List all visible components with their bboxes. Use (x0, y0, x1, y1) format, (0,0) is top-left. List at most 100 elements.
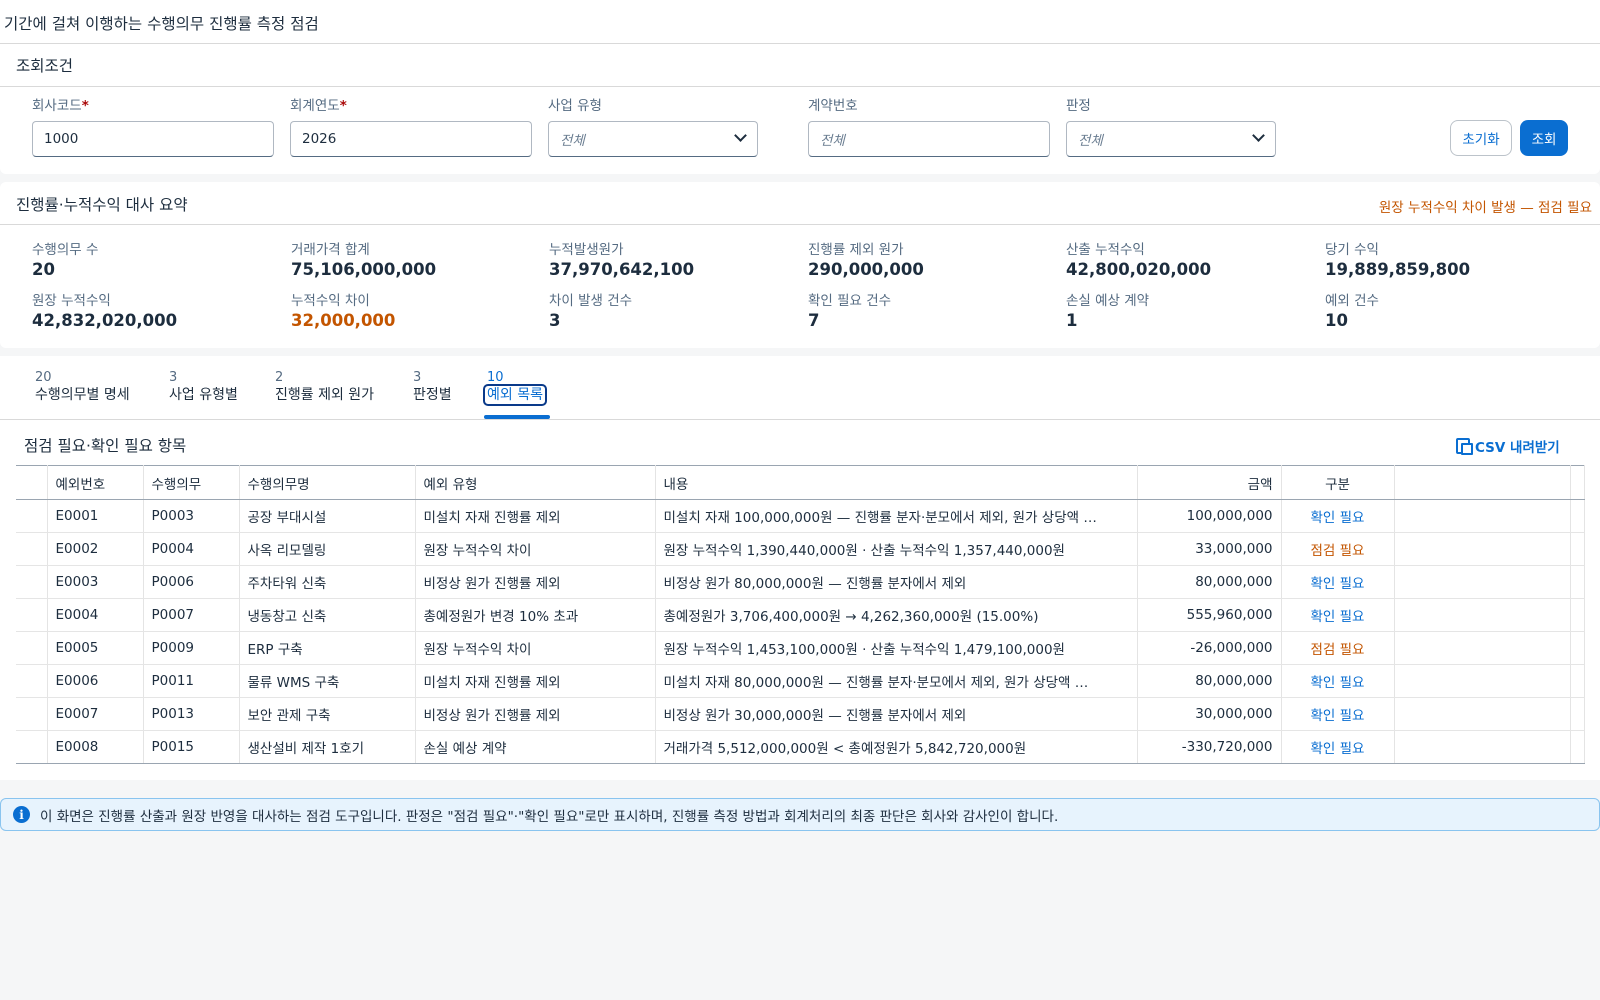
kpi-value: 42,800,020,000 (1066, 260, 1212, 279)
kpi-value: 20 (32, 260, 55, 279)
cell-po: P0009 (143, 631, 240, 665)
column-header[interactable]: 내용 (655, 465, 1138, 500)
company-code-label: 회사코드* (32, 98, 89, 114)
empty-cell (1394, 631, 1571, 665)
cell-po: P0013 (143, 697, 240, 731)
kpi-value: 10 (1325, 311, 1348, 330)
column-header[interactable]: 구분 (1281, 465, 1395, 500)
column-header[interactable]: 예외 유형 (415, 465, 656, 500)
cell-name: 사옥 리모델링 (239, 532, 416, 566)
empty-cell (1394, 565, 1571, 599)
tab-po-detail[interactable]: 20 수행의무별 명세 (35, 370, 130, 404)
company-code-input[interactable]: 1000 (32, 121, 274, 157)
tab-label: 판정별 (413, 387, 452, 403)
column-header[interactable]: 수행의무 (143, 465, 240, 500)
conditions-title: 조회조건 (16, 57, 74, 75)
cell-desc: 비정상 원가 30,000,000원 — 진행률 분자에서 제외 (655, 697, 1138, 731)
empty-cell (1570, 499, 1585, 533)
row-selector[interactable] (16, 532, 48, 566)
search-button[interactable]: 조회 (1520, 120, 1568, 156)
empty-cell (1570, 532, 1585, 566)
cell-desc: 비정상 원가 80,000,000원 — 진행률 분자에서 제외 (655, 565, 1138, 599)
row-selector[interactable] (16, 631, 48, 665)
table-row[interactable]: E0004 P0007 냉동창고 신축 총예정원가 변경 10% 초과 총예정원가 3,… (16, 598, 1585, 632)
csv-download-button[interactable]: CSV 내려받기 (1456, 436, 1560, 456)
judgment-select[interactable]: 전체 (1066, 121, 1276, 157)
cell-type: 손실 예상 계약 (415, 730, 656, 764)
row-selector[interactable] (16, 499, 48, 533)
cell-name: 물류 WMS 구축 (239, 664, 416, 698)
kpi-label: 거래가격 합계 (291, 242, 370, 258)
row-selector[interactable] (16, 598, 48, 632)
cell-amount: 555,960,000 (1137, 598, 1282, 632)
cell-name: 생산설비 제작 1호기 (239, 730, 416, 764)
cell-po: P0006 (143, 565, 240, 599)
table-header-row: 예외번호 수행의무 수행의무명 예외 유형 내용 금액 구분 (16, 465, 1585, 500)
contract-number-input[interactable]: 전체 (808, 121, 1050, 157)
tab-count: 20 (35, 370, 52, 385)
chevron-down-icon (1252, 129, 1265, 142)
info-icon: i (13, 806, 30, 823)
empty-cell (1394, 532, 1571, 566)
table-row[interactable]: E0003 P0006 주차타워 신축 비정상 원가 진행률 제외 비정상 원가 80,… (16, 565, 1585, 599)
exceptions-table: 예외번호 수행의무 수행의무명 예외 유형 내용 금액 구분 E0001 P000… (16, 465, 1585, 764)
kpi-label: 당기 수익 (1325, 242, 1379, 258)
kpi-label: 산출 누적수익 (1066, 242, 1145, 258)
cell-id: E0002 (47, 532, 144, 566)
cell-type: 원장 누적수익 차이 (415, 532, 656, 566)
info-text: 이 화면은 진행률 산출과 원장 반영을 대사하는 점검 도구입니다. 판정은 … (40, 808, 1059, 825)
empty-cell (1394, 598, 1571, 632)
row-selector[interactable] (16, 697, 48, 731)
kpi-value: 3 (549, 311, 561, 330)
contract-number-label: 계약번호 (808, 98, 858, 114)
kpi-label: 수행의무 수 (32, 242, 99, 258)
tab-business-type[interactable]: 3 사업 유형별 (169, 370, 238, 404)
cell-amount: 80,000,000 (1137, 664, 1282, 698)
reset-button[interactable]: 초기화 (1450, 120, 1512, 156)
divider (0, 86, 1600, 87)
tab-label: 수행의무별 명세 (35, 387, 130, 403)
table-row[interactable]: E0002 P0004 사옥 리모델링 원장 누적수익 차이 원장 누적수익 1,390… (16, 532, 1585, 566)
cell-id: E0003 (47, 565, 144, 599)
kpi-value: 1 (1066, 311, 1078, 330)
status-badge: 확인 필요 (1281, 730, 1395, 764)
cell-name: 보안 관제 구축 (239, 697, 416, 731)
tab-exceptions[interactable]: 10 예외 목록 (483, 370, 547, 406)
page-header: 기간에 걸쳐 이행하는 수행의무 진행률 측정 점검 (0, 0, 1600, 44)
kpi-label: 손실 예상 계약 (1066, 293, 1150, 309)
cell-desc: 거래가격 5,512,000,000원 < 총예정원가 5,842,720,00… (655, 730, 1138, 764)
tab-excluded-cost[interactable]: 2 진행률 제외 원가 (275, 370, 374, 404)
cell-id: E0007 (47, 697, 144, 731)
cell-desc: 총예정원가 3,706,400,000원 → 4,262,360,000원 (1… (655, 598, 1138, 632)
table-row[interactable]: E0006 P0011 물류 WMS 구축 미설치 자재 진행률 제외 미설치 자재 8… (16, 664, 1585, 698)
column-header[interactable]: 금액 (1137, 465, 1282, 500)
row-selector[interactable] (16, 730, 48, 764)
table-row[interactable]: E0001 P0003 공장 부대시설 미설치 자재 진행률 제외 미설치 자재 100… (16, 499, 1585, 533)
table-row[interactable]: E0005 P0009 ERP 구축 원장 누적수익 차이 원장 누적수익 1,453,… (16, 631, 1585, 665)
table-row[interactable]: E0008 P0015 생산설비 제작 1호기 손실 예상 계약 거래가격 5,512,… (16, 730, 1585, 764)
column-header[interactable]: 수행의무명 (239, 465, 416, 500)
tab-judgment[interactable]: 3 판정별 (413, 370, 452, 404)
business-type-value: 전체 (560, 133, 585, 149)
csv-download-label: CSV 내려받기 (1475, 440, 1560, 456)
cell-type: 미설치 자재 진행률 제외 (415, 499, 656, 533)
kpi-label: 예외 건수 (1325, 293, 1379, 309)
tab-count: 10 (487, 370, 504, 385)
cell-amount: 100,000,000 (1137, 499, 1282, 533)
table-row[interactable]: E0007 P0013 보안 관제 구축 비정상 원가 진행률 제외 비정상 원가 30… (16, 697, 1585, 731)
tab-count: 3 (413, 370, 422, 385)
cell-name: 주차타워 신축 (239, 565, 416, 599)
column-header[interactable]: 예외번호 (47, 465, 144, 500)
row-selector[interactable] (16, 565, 48, 599)
status-badge: 확인 필요 (1281, 664, 1395, 698)
row-selector[interactable] (16, 664, 48, 698)
fiscal-year-label: 회계연도* (290, 98, 347, 114)
kpi-value: 42,832,020,000 (32, 311, 178, 330)
status-badge: 확인 필요 (1281, 697, 1395, 731)
cell-name: 공장 부대시설 (239, 499, 416, 533)
cell-po: P0004 (143, 532, 240, 566)
fiscal-year-input[interactable]: 2026 (290, 121, 532, 157)
business-type-select[interactable]: 전체 (548, 121, 758, 157)
empty-cell (1570, 631, 1585, 665)
cell-desc: 미설치 자재 80,000,000원 — 진행률 분자·분모에서 제외, 원가 … (655, 664, 1138, 698)
